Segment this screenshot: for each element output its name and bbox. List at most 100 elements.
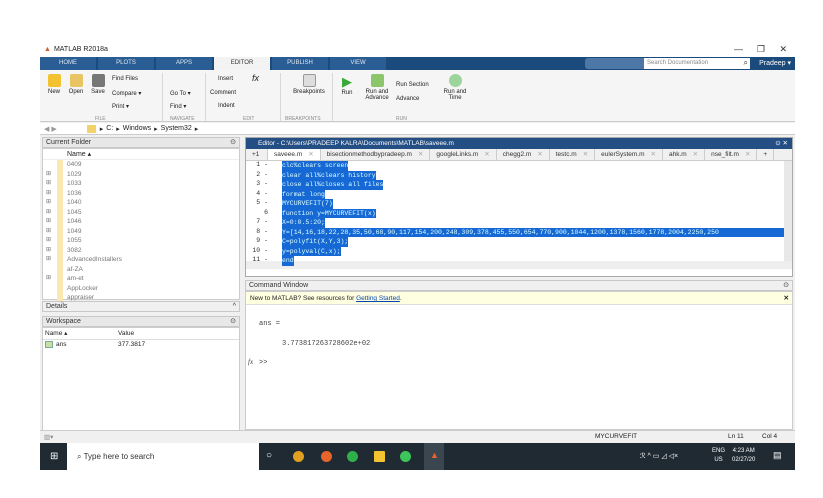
ws-name-header[interactable]: Name ▴ bbox=[45, 328, 67, 340]
windows-start-icon[interactable]: ⊞ bbox=[50, 451, 58, 462]
close-tab-icon[interactable]: ✕ bbox=[583, 151, 588, 158]
tab-view[interactable]: VIEW bbox=[330, 57, 386, 70]
firefox-icon[interactable] bbox=[321, 451, 332, 462]
path-segment[interactable]: Windows bbox=[123, 125, 151, 132]
maximize-button[interactable]: ❐ bbox=[757, 44, 765, 55]
address-bar[interactable]: ◀ ▶ ▸ C: ▸ Windows ▸ System32 ▸ bbox=[40, 123, 795, 135]
whatsapp-icon[interactable] bbox=[400, 451, 411, 462]
taskbar-search[interactable]: ⌕ Type here to search bbox=[67, 443, 259, 470]
open-button[interactable]: Open bbox=[66, 74, 86, 95]
clock[interactable]: 4:23 AM 02/27/20 bbox=[732, 447, 755, 465]
search-icon[interactable]: ⌕ bbox=[744, 58, 748, 68]
new-tab-button[interactable]: + bbox=[757, 149, 775, 160]
getting-started-link[interactable]: Getting Started bbox=[356, 295, 400, 302]
app-icon[interactable] bbox=[347, 451, 358, 462]
path-segment[interactable]: C: bbox=[106, 125, 113, 132]
close-tab-icon[interactable]: ✕ bbox=[537, 151, 542, 158]
tab-apps[interactable]: APPS bbox=[156, 57, 212, 70]
expand-icon[interactable]: ⊞ bbox=[46, 217, 51, 227]
breakpoints-button[interactable]: Breakpoints bbox=[290, 74, 328, 95]
close-button[interactable]: ✕ bbox=[779, 44, 787, 55]
name-column-header[interactable]: Name ▴ bbox=[43, 149, 239, 160]
folder-item[interactable]: ⊞ 1045 bbox=[43, 207, 239, 218]
file-explorer-icon[interactable] bbox=[374, 451, 385, 462]
folder-item[interactable]: ⊞ 3082 bbox=[43, 245, 239, 256]
close-tab-icon[interactable]: ✕ bbox=[484, 151, 489, 158]
folder-item[interactable]: ⊞ am-et bbox=[43, 274, 239, 284]
tab-home[interactable]: HOME bbox=[40, 57, 96, 70]
expand-icon[interactable]: ⊞ bbox=[46, 227, 51, 237]
matlab-taskbar-icon[interactable]: ▲ bbox=[424, 443, 444, 470]
editor-tab[interactable]: ahk.m ✕ bbox=[663, 149, 706, 160]
search-documentation-input[interactable]: Search Documentation bbox=[644, 58, 750, 69]
expand-icon[interactable]: ⊞ bbox=[46, 255, 51, 265]
command-prompt[interactable]: >> bbox=[259, 359, 267, 367]
details-header[interactable]: Details ^ bbox=[42, 301, 240, 312]
close-tab-icon[interactable]: ✕ bbox=[308, 151, 313, 158]
folder-item[interactable]: 0409 bbox=[43, 160, 239, 170]
code-line[interactable]: X=0:0.5:20; bbox=[282, 218, 325, 228]
save-button[interactable]: Save bbox=[88, 74, 108, 95]
expand-icon[interactable]: ⊞ bbox=[46, 246, 51, 256]
expand-icon[interactable]: ⊞ bbox=[46, 189, 51, 199]
close-tab-icon[interactable]: ✕ bbox=[745, 151, 750, 158]
path-segment[interactable]: System32 bbox=[161, 125, 192, 132]
folder-item[interactable]: ⊞ 1049 bbox=[43, 226, 239, 237]
editor-tab[interactable]: chegg2.m ✕ bbox=[497, 149, 550, 160]
indent-button[interactable]: Indent bbox=[218, 103, 235, 109]
editor-tab[interactable]: testc.m ✕ bbox=[550, 149, 596, 160]
command-window[interactable]: New to MATLAB? See resources for Getting… bbox=[245, 291, 793, 430]
folder-item[interactable]: AppLocker bbox=[43, 283, 239, 293]
editor-tab[interactable]: saveee.m ✕ bbox=[268, 149, 321, 160]
run-and-time-button[interactable]: Run and Time bbox=[442, 74, 468, 101]
minimize-button[interactable]: — bbox=[734, 44, 743, 54]
expand-icon[interactable]: ⊞ bbox=[46, 274, 51, 284]
folder-item[interactable]: af-ZA bbox=[43, 264, 239, 274]
folder-item[interactable]: ⊞ 1040 bbox=[43, 198, 239, 208]
notifications-icon[interactable]: ▤ bbox=[773, 450, 782, 461]
user-menu[interactable]: Pradeep ▾ bbox=[759, 57, 791, 70]
code-line[interactable]: y=polyval(C,x); bbox=[282, 246, 341, 256]
code-line[interactable]: clc%clears screen bbox=[282, 161, 349, 171]
code-area[interactable]: 1 - clc%clears screen 2 - clear all%clears … bbox=[246, 161, 792, 269]
vertical-scrollbar[interactable] bbox=[784, 161, 792, 261]
tab-editor[interactable]: EDITOR bbox=[214, 57, 270, 70]
code-line[interactable]: clear all%clears history bbox=[282, 170, 376, 180]
code-line[interactable]: Y=[14,16,18,22,28,35,50,68,90,117,154,20… bbox=[282, 227, 784, 237]
code-line[interactable]: MYCURVEFIT(7) bbox=[282, 199, 333, 209]
code-line[interactable]: function y=MYCURVEFIT(x) bbox=[282, 208, 376, 218]
folder-item[interactable]: ⊞ AdvancedInstallers bbox=[43, 255, 239, 265]
close-banner-icon[interactable]: ✕ bbox=[784, 292, 789, 305]
expand-icon[interactable]: ⊞ bbox=[46, 236, 51, 246]
expand-icon[interactable]: ⊞ bbox=[46, 198, 51, 208]
editor-tab[interactable]: eulerSystem.m ✕ bbox=[595, 149, 663, 160]
folder-item[interactable]: ⊞ 1033 bbox=[43, 179, 239, 189]
close-tab-icon[interactable]: ✕ bbox=[418, 151, 423, 158]
expand-icon[interactable]: ⊞ bbox=[46, 179, 51, 189]
print-button[interactable]: Print ▾ bbox=[112, 103, 129, 110]
editor-tab[interactable]: nse_filt.m ✕ bbox=[705, 149, 758, 160]
folder-item[interactable]: ⊞ 1029 bbox=[43, 169, 239, 180]
close-tab-icon[interactable]: ✕ bbox=[693, 151, 698, 158]
fx-icon[interactable]: fx bbox=[252, 73, 259, 83]
folder-item[interactable]: ⊞ 1055 bbox=[43, 236, 239, 246]
expand-icon[interactable]: ⊞ bbox=[46, 208, 51, 218]
back-icon[interactable]: ◀ ▶ bbox=[44, 125, 57, 133]
editor-tab[interactable]: bisectionmethodbypradeep.m ✕ bbox=[321, 149, 431, 160]
cortana-icon[interactable]: ○ bbox=[266, 450, 272, 461]
folder-item[interactable]: ⊞ 1036 bbox=[43, 188, 239, 199]
goto-button[interactable]: Go To ▾ bbox=[170, 90, 191, 97]
chrome-icon[interactable] bbox=[293, 451, 304, 462]
editor-tab[interactable]: googleLinks.m ✕ bbox=[430, 149, 497, 160]
close-tab-icon[interactable]: ✕ bbox=[651, 151, 656, 158]
tab-publish[interactable]: PUBLISH bbox=[272, 57, 328, 70]
code-line[interactable]: format long bbox=[282, 189, 325, 199]
expand-icon[interactable]: ⊞ bbox=[46, 170, 51, 180]
insert-button[interactable]: Insert bbox=[218, 76, 233, 82]
language-indicator[interactable]: ENG US bbox=[712, 447, 725, 465]
find-files-button[interactable]: Find Files bbox=[112, 76, 138, 82]
ws-value-header[interactable]: Value bbox=[118, 328, 134, 340]
workspace-row[interactable]: ans 377.3817 bbox=[43, 340, 239, 350]
system-tray-icons[interactable]: ℛ ^ ▭ ◿ ◁× bbox=[640, 452, 678, 460]
run-section-button[interactable]: Run Section bbox=[396, 82, 429, 88]
